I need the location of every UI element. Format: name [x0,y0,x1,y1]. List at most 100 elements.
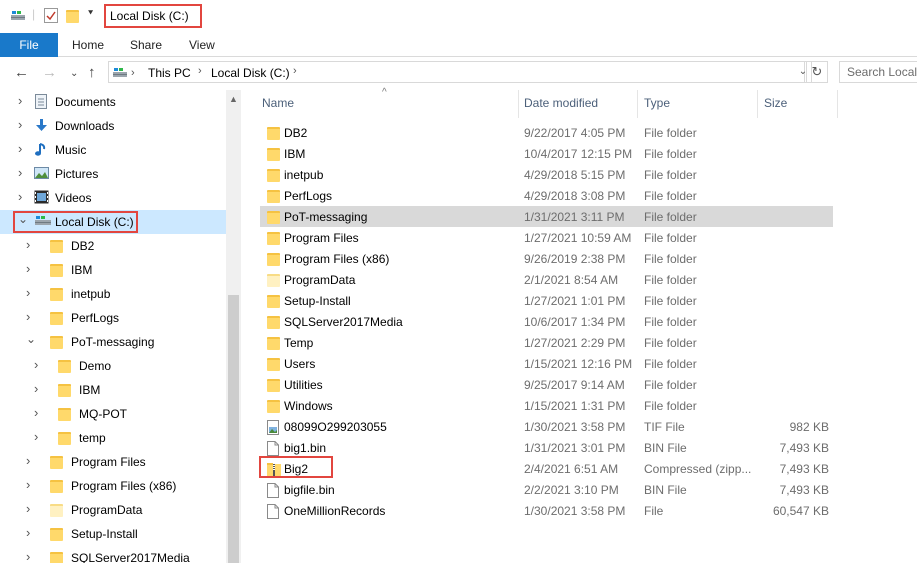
tree-highlight [13,211,138,233]
tree-item[interactable]: › ProgramData [0,498,226,522]
file-type: BIN File [644,483,687,497]
chevron-right-icon[interactable]: › [34,405,44,420]
chevron-right-icon[interactable]: › [18,141,28,156]
tree-item[interactable]: ⌄ PoT-messaging [0,330,226,354]
tree-item-label: IBM [79,383,101,397]
file-type: File folder [644,273,697,287]
tree-item[interactable]: › Pictures [0,162,226,186]
file-name: OneMillionRecords [284,504,386,518]
chevron-right-icon[interactable]: › [26,525,36,540]
column-header-size[interactable]: Size [764,96,787,110]
file-row[interactable]: bigfile.bin 2/2/2021 3:10 PM BIN File 7,493… [260,479,833,500]
file-row[interactable]: Utilities 9/25/2017 9:14 AM File folder [260,374,833,395]
file-row[interactable]: Windows 1/15/2021 1:31 PM File folder [260,395,833,416]
image-file-icon [267,420,279,438]
new-folder-icon[interactable] [66,10,79,23]
tree-item-label: Documents [55,95,116,109]
chevron-right-icon[interactable]: › [26,549,36,563]
refresh-icon[interactable]: ↻ [806,61,828,83]
column-header-name[interactable]: Name [262,96,294,110]
chevron-right-icon[interactable]: › [26,285,36,300]
tree-scrollbar[interactable]: ▲ [226,90,241,563]
tree-item[interactable]: › Documents [0,90,226,114]
videos-icon [34,190,49,207]
chevron-right-icon[interactable]: › [293,65,297,77]
file-row[interactable]: SQLServer2017Media 10/6/2017 1:34 PM File … [260,311,833,332]
file-row[interactable]: Temp 1/27/2021 2:29 PM File folder [260,332,833,353]
file-row[interactable]: 08099O299203055 1/30/2021 3:58 PM TIF File… [260,416,833,437]
tree-item[interactable]: › Program Files [0,450,226,474]
chevron-right-icon[interactable]: › [131,67,135,79]
tree-item[interactable]: › PerfLogs [0,306,226,330]
file-name: Program Files [284,231,359,245]
chevron-right-icon[interactable]: › [26,261,36,276]
tab-file[interactable]: File [0,33,58,57]
chevron-right-icon[interactable]: › [18,189,28,204]
scroll-up-icon[interactable]: ▲ [229,94,238,104]
tree-item[interactable]: › DB2 [0,234,226,258]
file-row[interactable]: big1.bin 1/31/2021 3:01 PM BIN File 7,493 K… [260,437,833,458]
file-row[interactable]: PoT-messaging 1/31/2021 3:11 PM File folde… [260,206,833,227]
forward-arrow-icon[interactable]: → [42,64,57,81]
tree-item[interactable]: › Music [0,138,226,162]
file-row[interactable]: OneMillionRecords 1/30/2021 3:58 PM File 60… [260,500,833,521]
tree-item[interactable]: › MQ-POT [0,402,226,426]
navigation-pane: › Documents › Downloads › Music › Pictures › Vide… [0,90,241,563]
breadcrumb-this-pc[interactable]: This PC [148,66,191,80]
chevron-right-icon[interactable]: › [26,501,36,516]
file-row[interactable]: Program Files 1/27/2021 10:59 AM File fold… [260,227,833,248]
customize-toolbar-icon[interactable]: ⯆ [87,8,94,19]
chevron-right-icon[interactable]: › [26,477,36,492]
back-arrow-icon[interactable]: ← [14,64,29,81]
file-row[interactable]: inetpub 4/29/2018 5:15 PM File folder [260,164,833,185]
chevron-right-icon[interactable]: › [26,453,36,468]
column-header-date[interactable]: Date modified [524,96,598,110]
chevron-right-icon[interactable]: › [26,237,36,252]
file-row[interactable]: DB2 9/22/2017 4:05 PM File folder [260,122,833,143]
tree-item[interactable]: › Demo [0,354,226,378]
file-row[interactable]: Big2 2/4/2021 6:51 AM Compressed (zipp... 7… [260,458,833,479]
breadcrumb-local-disk[interactable]: Local Disk (C:) [211,66,290,80]
chevron-right-icon[interactable]: › [26,309,36,324]
file-date: 1/31/2021 3:11 PM [524,210,625,224]
search-input[interactable]: Search Local [839,61,917,83]
tree-item[interactable]: › SQLServer2017Media [0,546,226,563]
tab-home[interactable]: Home [72,33,104,57]
address-bar[interactable]: › This PC › Local Disk (C:) › [108,61,805,83]
scrollbar-thumb[interactable] [228,295,239,563]
folder-icon [267,400,280,413]
file-row[interactable]: ProgramData 2/1/2021 8:54 AM File folder [260,269,833,290]
tree-item-label: IBM [71,263,93,277]
window-title: Local Disk (C:) [110,9,189,23]
chevron-down-icon[interactable]: ⌄ [26,332,36,346]
tab-view[interactable]: View [189,33,215,57]
chevron-right-icon[interactable]: › [18,93,28,108]
chevron-right-icon[interactable]: › [34,381,44,396]
file-row[interactable]: Program Files (x86) 9/26/2019 2:38 PM File… [260,248,833,269]
chevron-right-icon[interactable]: › [18,165,28,180]
file-row[interactable]: Users 1/15/2021 12:16 PM File folder [260,353,833,374]
file-row[interactable]: PerfLogs 4/29/2018 3:08 PM File folder [260,185,833,206]
tree-item[interactable]: › IBM [0,258,226,282]
tree-item-label: Program Files (x86) [71,479,177,493]
tree-item[interactable]: › IBM [0,378,226,402]
tree-item[interactable]: › temp [0,426,226,450]
file-size: 7,493 KB [779,462,829,476]
column-header-type[interactable]: Type [644,96,670,110]
tree-item[interactable]: › Downloads [0,114,226,138]
up-arrow-icon[interactable]: ↑ [88,64,96,81]
folder-icon [267,379,280,392]
properties-icon[interactable] [44,8,58,26]
tree-item[interactable]: › inetpub [0,282,226,306]
chevron-right-icon[interactable]: › [34,357,44,372]
chevron-right-icon[interactable]: › [198,65,202,77]
chevron-right-icon[interactable]: › [18,117,28,132]
tree-item[interactable]: › Program Files (x86) [0,474,226,498]
tree-item[interactable]: › Setup-Install [0,522,226,546]
file-row[interactable]: Setup-Install 1/27/2021 1:01 PM File folde… [260,290,833,311]
recent-locations-icon[interactable]: ⌄ [70,68,78,79]
tree-item[interactable]: › Videos [0,186,226,210]
tab-share[interactable]: Share [130,33,162,57]
file-row[interactable]: IBM 10/4/2017 12:15 PM File folder [260,143,833,164]
chevron-right-icon[interactable]: › [34,429,44,444]
